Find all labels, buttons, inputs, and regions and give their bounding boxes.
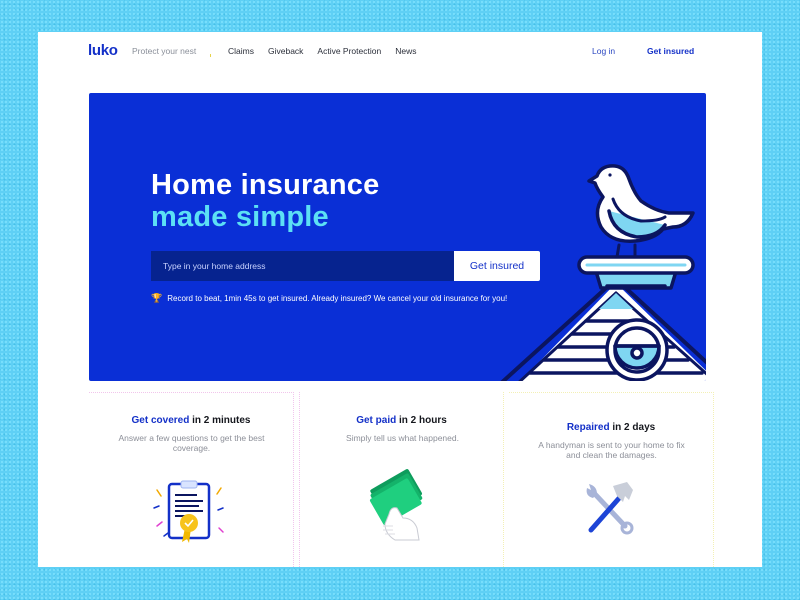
hero-note: 🏆 Record to beat, 1min 45s to get insure… [151, 293, 507, 304]
feature-card-covered: Get covered in 2 minutes Answer a few qu… [89, 392, 294, 567]
certificate-clipboard-icon [153, 480, 224, 543]
roof-icon [500, 277, 706, 381]
nav-links: Claims Giveback Active Protection News [228, 46, 416, 56]
feature-description: Answer a few questions to get the best c… [118, 433, 265, 453]
tagline: Protect your nest [132, 46, 197, 56]
nav-link-news[interactable]: News [395, 46, 416, 56]
hero-banner: Home insurance made simple Get insured 🏆… [89, 93, 706, 381]
get-insured-nav-link[interactable]: Get insured [647, 46, 694, 56]
features-section: Get covered in 2 minutes Answer a few qu… [89, 392, 714, 567]
hero-title-line1: Home insurance [151, 169, 380, 201]
feature-title: Repaired in 2 days [509, 422, 713, 433]
nav-link-active-protection[interactable]: Active Protection [317, 46, 381, 56]
hero-title-line2: made simple [151, 201, 329, 233]
round-window-icon [605, 318, 669, 381]
feature-card-paid: Get paid in 2 hours Simply tell us what … [299, 392, 504, 567]
get-insured-button[interactable]: Get insured [454, 251, 540, 281]
landing-page: luko Protect your nest Claims Giveback A… [38, 32, 762, 567]
hero-note-text: Record to beat, 1min 45s to get insured.… [167, 294, 508, 303]
feature-title: Get paid in 2 hours [300, 415, 503, 426]
feature-title-highlight: Get covered [131, 415, 190, 426]
feature-description: Simply tell us what happened. [346, 433, 459, 443]
luko-logo[interactable]: luko [88, 42, 118, 59]
address-search-bar: Get insured [151, 251, 540, 281]
pigeon-on-roof-illustration [500, 164, 706, 381]
hero-title: Home insurance made simple [151, 169, 379, 233]
top-nav: luko Protect your nest Claims Giveback A… [38, 32, 762, 72]
wrench-hammer-icon [586, 482, 634, 535]
address-input[interactable] [151, 251, 454, 281]
nav-link-claims[interactable]: Claims [228, 46, 254, 56]
pigeon-icon [587, 164, 695, 259]
feature-title-rest: in 2 days [609, 422, 656, 433]
pedestal-icon [577, 255, 695, 290]
nav-divider [210, 54, 211, 57]
feature-title-highlight: Get paid [356, 415, 397, 426]
login-link[interactable]: Log in [592, 46, 615, 56]
feature-title: Get covered in 2 minutes [89, 415, 293, 426]
feature-title-rest: in 2 minutes [189, 415, 251, 426]
feature-description: A handyman is sent to your home to fix a… [538, 440, 685, 460]
feature-card-repaired: Repaired in 2 days A handyman is sent to… [509, 392, 714, 567]
nav-link-giveback[interactable]: Giveback [268, 46, 303, 56]
feature-title-highlight: Repaired [566, 422, 610, 433]
feature-title-rest: in 2 hours [396, 415, 447, 426]
cash-in-hand-icon [369, 469, 423, 541]
trophy-icon: 🏆 [151, 293, 163, 303]
